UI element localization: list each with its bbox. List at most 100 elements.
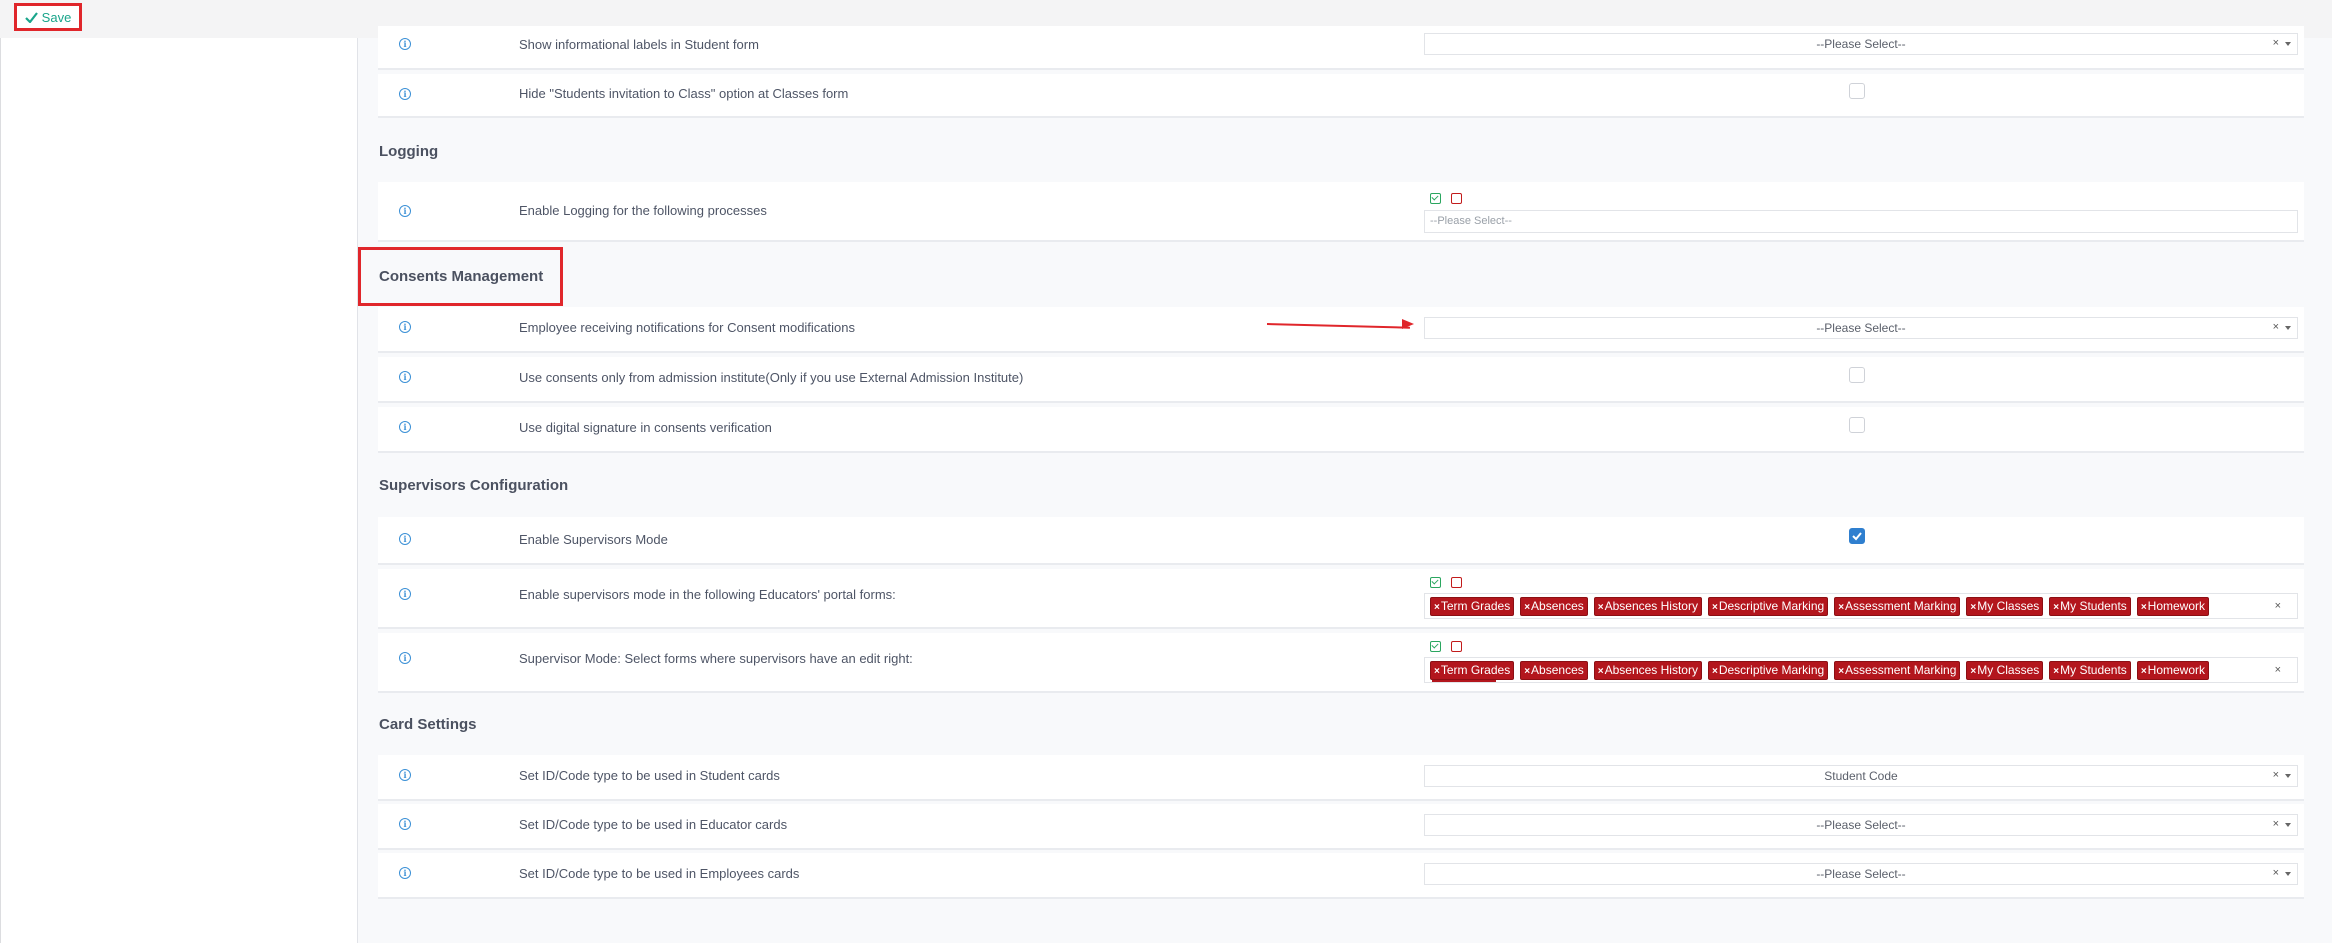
annotation-arrowhead <box>1402 319 1414 329</box>
tag-label: Descriptive Marking <box>1718 663 1825 677</box>
tag-remove-icon[interactable]: × <box>1712 602 1718 613</box>
section-title-logging: Logging <box>379 143 439 160</box>
select-value: --Please Select-- <box>1816 867 1906 881</box>
tag[interactable]: ×Term Grades <box>1430 661 1515 680</box>
tag-remove-icon[interactable]: × <box>2141 602 2147 613</box>
info-icon[interactable]: i <box>399 371 411 383</box>
tag[interactable]: ×Homework <box>2136 597 2210 616</box>
chevron-down-icon[interactable] <box>2285 326 2291 330</box>
tag[interactable]: ×Absences <box>1520 597 1588 616</box>
tag-list: ×Term Grades ×Absences ×Absences History… <box>1430 597 2210 616</box>
info-icon[interactable]: i <box>399 38 411 50</box>
tag[interactable]: ×My Classes <box>1966 597 2044 616</box>
select-all-icon[interactable] <box>1430 641 1441 652</box>
row-label: Use digital signature in consents verifi… <box>519 420 772 435</box>
info-icon[interactable]: i <box>399 205 411 217</box>
select-toggle-icons <box>1430 193 1462 204</box>
settings-row: i Enable Supervisors Mode <box>378 517 2304 565</box>
select-value: --Please Select-- <box>1816 321 1906 335</box>
tag-label: Homework <box>2147 599 2206 613</box>
clear-icon[interactable]: × <box>2273 37 2279 49</box>
tag-remove-icon[interactable]: × <box>2053 602 2059 613</box>
admission-consents-checkbox[interactable] <box>1849 367 1865 383</box>
info-icon[interactable]: i <box>399 533 411 545</box>
save-button[interactable]: Save <box>14 3 82 31</box>
row-label: Employee receiving notifications for Con… <box>519 320 856 335</box>
tag[interactable]: ×Absences History <box>1593 661 1702 680</box>
row-label: Show informational labels in Student for… <box>519 37 759 52</box>
deselect-all-icon[interactable] <box>1451 193 1462 204</box>
tag-remove-icon[interactable]: × <box>1598 602 1604 613</box>
student-card-code-select[interactable]: Student Code × <box>1424 765 2298 787</box>
clear-icon[interactable]: × <box>2275 664 2281 676</box>
tag-remove-icon[interactable]: × <box>1598 666 1604 677</box>
clear-icon[interactable]: × <box>2275 600 2281 612</box>
tag-label: Term Grades <box>1440 599 1511 613</box>
select-all-icon[interactable] <box>1430 193 1441 204</box>
info-icon[interactable]: i <box>399 88 411 100</box>
clear-icon[interactable]: × <box>2273 321 2279 333</box>
select-toggle-icons <box>1430 641 1462 652</box>
tag[interactable]: ×Descriptive Marking <box>1707 597 1829 616</box>
select-value: --Please Select-- <box>1816 37 1906 51</box>
supervisor-forms-multiselect[interactable]: ×Term Grades ×Absences ×Absences History… <box>1424 593 2298 619</box>
employee-card-code-select[interactable]: --Please Select-- × <box>1424 863 2298 885</box>
tag[interactable]: ×Term Grades <box>1430 597 1515 616</box>
settings-row: i Use consents only from admission insti… <box>378 357 2304 403</box>
deselect-all-icon[interactable] <box>1451 641 1462 652</box>
tag-remove-icon[interactable]: × <box>1434 602 1440 613</box>
row-label: Enable Supervisors Mode <box>519 532 668 547</box>
tag-remove-icon[interactable]: × <box>1838 602 1844 613</box>
deselect-all-icon[interactable] <box>1451 577 1462 588</box>
tag-remove-icon[interactable]: × <box>1524 666 1530 677</box>
chevron-down-icon[interactable] <box>2285 823 2291 827</box>
info-icon[interactable]: i <box>399 321 411 333</box>
select-all-icon[interactable] <box>1430 577 1441 588</box>
info-icon[interactable]: i <box>399 818 411 830</box>
tag[interactable]: ×Assessment Marking <box>1834 597 1961 616</box>
settings-row: i Hide "Students invitation to Class" op… <box>378 74 2304 118</box>
tag[interactable]: ×My Classes <box>1966 661 2044 680</box>
tag[interactable]: ×Descriptive Marking <box>1707 661 1829 680</box>
tag-remove-icon[interactable]: × <box>2053 666 2059 677</box>
tag[interactable]: ×Absences <box>1520 661 1588 680</box>
tag-label: Assessment Marking <box>1845 663 1957 677</box>
tag[interactable]: ×Assessment Marking <box>1834 661 1961 680</box>
chevron-down-icon[interactable] <box>2285 42 2291 46</box>
tag-label: Absences History <box>1604 663 1698 677</box>
tag-remove-icon[interactable]: × <box>1524 602 1530 613</box>
tag[interactable]: ×Absences History <box>1593 597 1702 616</box>
info-icon[interactable]: i <box>399 867 411 879</box>
tag-list: ×Term Grades ×Absences ×Absences History… <box>1430 661 2210 680</box>
logging-processes-multiselect[interactable]: --Please Select-- <box>1424 210 2298 233</box>
consent-notification-employee-select[interactable]: --Please Select-- × <box>1424 317 2298 339</box>
tag[interactable]: ×Homework <box>2136 661 2210 680</box>
tag-remove-icon[interactable]: × <box>1970 602 1976 613</box>
chevron-down-icon[interactable] <box>2285 774 2291 778</box>
info-icon[interactable]: i <box>399 421 411 433</box>
tag-remove-icon[interactable]: × <box>1712 666 1718 677</box>
clear-icon[interactable]: × <box>2273 818 2279 830</box>
digital-signature-checkbox[interactable] <box>1849 417 1865 433</box>
chevron-down-icon[interactable] <box>2285 872 2291 876</box>
info-icon[interactable]: i <box>399 652 411 664</box>
tag[interactable]: ×My Students <box>2049 597 2131 616</box>
tag-remove-icon[interactable]: × <box>1434 666 1440 677</box>
clear-icon[interactable]: × <box>2273 867 2279 879</box>
info-icon[interactable]: i <box>399 588 411 600</box>
supervisor-edit-forms-multiselect[interactable]: ×Term Grades ×Absences ×Absences History… <box>1424 657 2298 683</box>
sidebar <box>0 38 358 943</box>
tag-label: Term Grades <box>1440 663 1511 677</box>
educator-card-code-select[interactable]: --Please Select-- × <box>1424 814 2298 836</box>
tag-remove-icon[interactable]: × <box>1970 666 1976 677</box>
informational-labels-select[interactable]: --Please Select-- × <box>1424 33 2298 55</box>
clear-icon[interactable]: × <box>2273 769 2279 781</box>
tag-remove-icon[interactable]: × <box>2141 666 2147 677</box>
enable-supervisors-checkbox[interactable] <box>1849 528 1865 544</box>
hide-invitation-checkbox[interactable] <box>1849 83 1865 99</box>
row-label: Enable supervisors mode in the following… <box>519 587 896 602</box>
tag-remove-icon[interactable]: × <box>1838 666 1844 677</box>
tag[interactable]: ×My Students <box>2049 661 2131 680</box>
info-icon[interactable]: i <box>399 769 411 781</box>
tag-label: Absences History <box>1604 599 1698 613</box>
